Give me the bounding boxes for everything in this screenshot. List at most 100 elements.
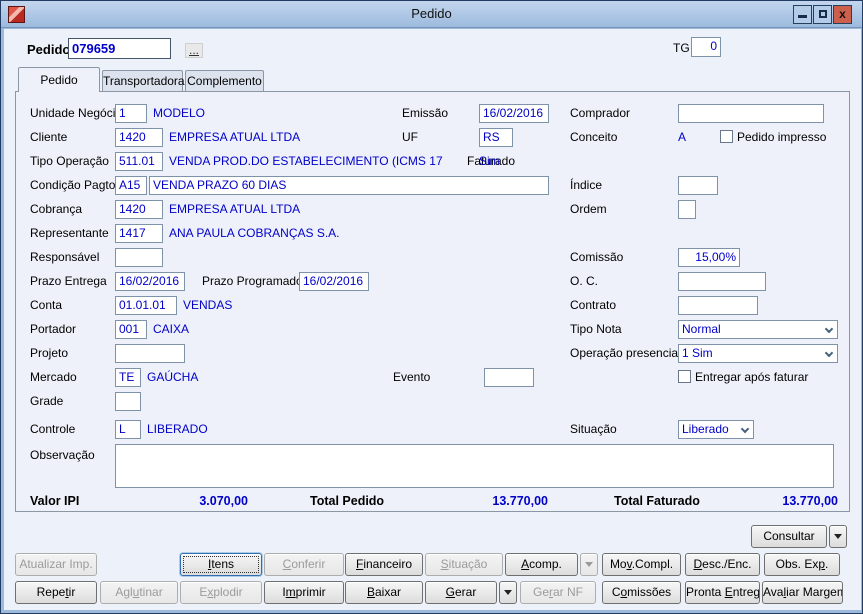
tipo-nota-selected: Normal: [682, 322, 721, 336]
tg-input[interactable]: 0: [691, 37, 721, 57]
pedido-window: Pedido x Pedido 079659 ... TG 0 Pedido T…: [0, 0, 863, 614]
unidade-negocio-input[interactable]: 1: [115, 104, 147, 123]
comissoes-button[interactable]: Comissões: [602, 581, 681, 604]
total-faturado-value: 13.770,00: [782, 494, 838, 508]
projeto-label: Projeto: [30, 346, 69, 360]
unidade-negocio-label: Unidade Negócio: [30, 106, 123, 120]
baixar-button[interactable]: Baixar: [345, 581, 423, 604]
total-pedido-value: 13.770,00: [492, 494, 548, 508]
tab-transportadora[interactable]: Transportadora: [102, 70, 185, 92]
comissao-input[interactable]: 15,00%: [678, 248, 740, 267]
indice-input[interactable]: [678, 176, 718, 195]
tab-complemento[interactable]: Complemento: [185, 70, 264, 92]
imprimir-button[interactable]: Imprimir: [264, 581, 344, 604]
responsavel-input[interactable]: [115, 248, 163, 267]
observacao-label: Observação: [30, 448, 95, 462]
comissao-label: Comissão: [570, 250, 624, 264]
situacao-button: Situação: [425, 553, 503, 576]
total-faturado-label: Total Faturado: [614, 494, 700, 508]
operacao-presencial-label: Operação presencial: [570, 346, 681, 360]
situacao-label: Situação: [570, 422, 617, 436]
mov-compl-button[interactable]: Mov.Compl.: [602, 553, 681, 576]
uf-input[interactable]: RS: [479, 128, 513, 147]
grade-label: Grade: [30, 394, 64, 408]
oc-input[interactable]: [678, 272, 766, 291]
acomp-button[interactable]: Acomp.: [505, 553, 578, 576]
valor-ipi-value: 3.070,00: [199, 494, 248, 508]
tipo-nota-label: Tipo Nota: [570, 322, 622, 336]
dropdown-arrow-icon: [834, 534, 842, 540]
ordem-input[interactable]: [678, 200, 696, 219]
conceito-label: Conceito: [570, 130, 618, 144]
cliente-desc: EMPRESA ATUAL LTDA: [169, 130, 301, 144]
cobranca-input[interactable]: 1420: [115, 200, 163, 219]
contrato-input[interactable]: [678, 296, 758, 315]
conta-input[interactable]: 01.01.01: [115, 296, 177, 315]
pedido-impresso-label: Pedido impresso: [737, 130, 827, 144]
desc-enc-button[interactable]: Desc./Enc.: [685, 553, 760, 576]
aglutinar-button: Aglutinar: [100, 581, 178, 604]
minimize-icon: [798, 15, 807, 18]
responsavel-label: Responsável: [30, 250, 100, 264]
representante-input[interactable]: 1417: [115, 224, 163, 243]
cobranca-label: Cobrança: [30, 202, 83, 216]
pedido-impresso-checkbox[interactable]: [720, 130, 733, 143]
obs-exp-button[interactable]: Obs. Exp.: [764, 553, 840, 576]
consultar-dropdown-button[interactable]: [829, 525, 847, 548]
tipo-operacao-input[interactable]: 511.01: [115, 152, 163, 171]
controle-input[interactable]: L: [115, 420, 141, 439]
repetir-button[interactable]: Repetir: [15, 581, 97, 604]
close-button[interactable]: x: [833, 5, 852, 24]
controle-label: Controle: [30, 422, 76, 436]
chevron-down-icon: [824, 348, 834, 358]
consultar-button[interactable]: Consultar: [751, 525, 827, 548]
indice-label: Índice: [570, 178, 603, 192]
grade-input[interactable]: [115, 392, 141, 411]
ordem-label: Ordem: [570, 202, 607, 216]
situacao-select[interactable]: Liberado: [678, 420, 754, 439]
contrato-label: Contrato: [570, 298, 617, 312]
mercado-desc: GAÚCHA: [147, 370, 199, 384]
tipo-operacao-label: Tipo Operação: [30, 154, 109, 168]
emissao-label: Emissão: [402, 106, 449, 120]
pedido-tab-panel: Unidade Negócio 1 MODELO Emissão 16/02/2…: [15, 91, 850, 512]
maximize-icon: [818, 10, 827, 18]
representante-label: Representante: [30, 226, 109, 240]
mercado-input[interactable]: TE: [115, 368, 141, 387]
cliente-input[interactable]: 1420: [115, 128, 163, 147]
operacao-presencial-select[interactable]: 1 Sim: [678, 344, 838, 363]
comprador-input[interactable]: [678, 104, 824, 123]
prazo-entrega-input[interactable]: 16/02/2016: [115, 272, 185, 291]
tipo-nota-select[interactable]: Normal: [678, 320, 838, 339]
entregar-apos-faturar-checkbox[interactable]: [678, 370, 691, 383]
minimize-button[interactable]: [793, 5, 812, 24]
itens-button[interactable]: Itens: [180, 553, 262, 576]
observacao-textarea[interactable]: [115, 444, 834, 488]
faturado-value: Sim: [479, 154, 500, 168]
maximize-button[interactable]: [813, 5, 832, 24]
evento-input[interactable]: [484, 368, 534, 387]
condicao-pagto-input[interactable]: A15: [115, 176, 147, 195]
title-bar: Pedido x: [1, 1, 862, 28]
condicao-pagto-desc-input[interactable]: VENDA PRAZO 60 DIAS: [149, 176, 549, 195]
oc-label: O. C.: [570, 274, 599, 288]
conta-desc: VENDAS: [183, 298, 233, 312]
pronta-entrega-button[interactable]: Pronta Entrega: [685, 581, 760, 604]
comprador-label: Comprador: [570, 106, 631, 120]
controle-desc: LIBERADO: [147, 422, 208, 436]
valor-ipi-label: Valor IPI: [30, 494, 80, 508]
avaliar-margem-button[interactable]: Avaliar Margem: [762, 581, 843, 604]
atualizar-imp-button: Atualizar Imp.: [15, 553, 97, 576]
projeto-input[interactable]: [115, 344, 185, 363]
pedido-lookup-button[interactable]: ...: [185, 43, 204, 58]
portador-input[interactable]: 001: [115, 320, 147, 339]
cliente-label: Cliente: [30, 130, 68, 144]
pedido-number-input[interactable]: 079659: [68, 38, 171, 59]
financeiro-button[interactable]: Financeiro: [345, 553, 423, 576]
gerar-button[interactable]: Gerar: [425, 581, 497, 604]
pedido-header-label: Pedido: [27, 42, 71, 57]
tab-pedido[interactable]: Pedido: [18, 67, 100, 92]
emissao-input[interactable]: 16/02/2016: [479, 104, 549, 123]
gerar-dropdown-button[interactable]: [499, 581, 517, 604]
prazo-programado-input[interactable]: 16/02/2016: [299, 272, 369, 291]
